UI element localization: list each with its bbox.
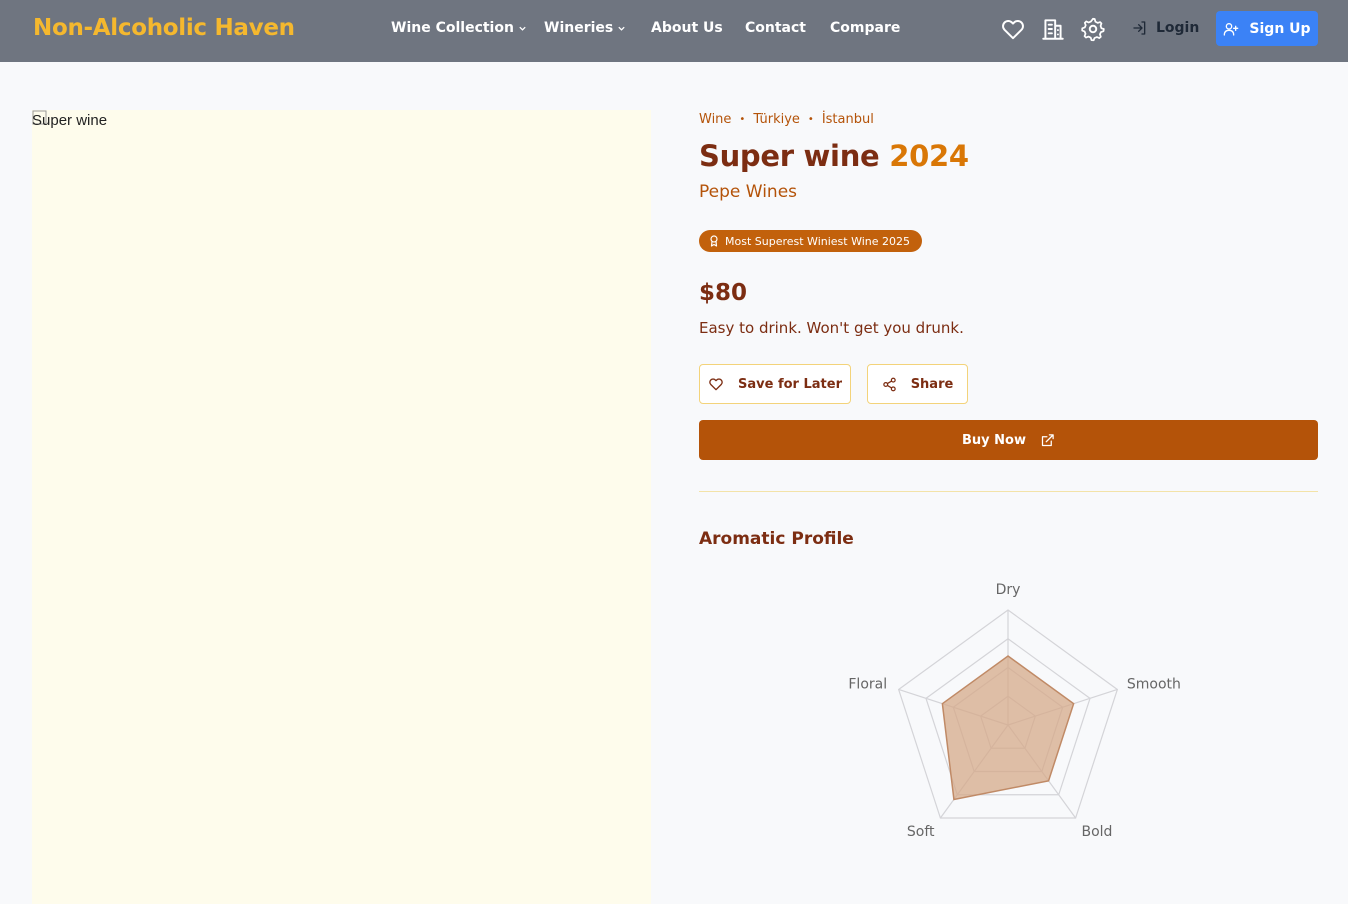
- section-divider: [699, 491, 1318, 492]
- nav-contact[interactable]: Contact: [745, 20, 806, 36]
- share-icon: [882, 377, 896, 391]
- top-navbar: Non-Alcoholic Haven Wine Collection Wine…: [0, 0, 1348, 62]
- nav-wineries[interactable]: Wineries: [544, 20, 626, 36]
- save-for-later-button[interactable]: Save for Later: [699, 364, 851, 404]
- radar-axis-label-floral: Floral: [848, 676, 887, 692]
- award-badge: Most Superest Winiest Wine 2025: [699, 230, 923, 252]
- product-price: $80: [699, 280, 748, 306]
- external-link-icon: [1041, 433, 1054, 446]
- nav-wine-collection-label: Wine Collection: [391, 20, 514, 36]
- radar-axis-label-bold: Bold: [1081, 824, 1112, 840]
- chevron-down-icon: [618, 26, 625, 31]
- aromatic-profile-title: Aromatic Profile: [699, 529, 854, 549]
- nav-wine-collection[interactable]: Wine Collection: [391, 20, 527, 36]
- product-year: 2024: [889, 139, 969, 173]
- login-button[interactable]: Login: [1132, 20, 1199, 36]
- radar-axis-label-dry: Dry: [996, 582, 1021, 598]
- product-image: [32, 110, 651, 904]
- award-icon: [710, 235, 718, 247]
- buy-now-button[interactable]: Buy Now: [699, 420, 1318, 460]
- nav-compare[interactable]: Compare: [830, 20, 900, 36]
- signup-button[interactable]: Sign Up: [1216, 11, 1318, 46]
- save-for-later-label: Save for Later: [738, 376, 842, 392]
- heart-icon: [709, 378, 723, 391]
- gear-icon[interactable]: [1080, 16, 1106, 42]
- signup-label: Sign Up: [1249, 20, 1311, 37]
- share-button[interactable]: Share: [867, 364, 968, 404]
- winery-name[interactable]: Pepe Wines: [699, 182, 797, 202]
- product-title: Super wine 2024: [699, 139, 969, 173]
- breadcrumb-separator: •: [807, 114, 814, 125]
- heart-icon[interactable]: [1000, 16, 1026, 42]
- login-icon: [1133, 21, 1146, 35]
- brand-logo[interactable]: Non-Alcoholic Haven: [33, 15, 295, 41]
- user-plus-icon: [1224, 22, 1239, 36]
- breadcrumb-country[interactable]: Türkiye: [753, 112, 800, 127]
- buy-now-label: Buy Now: [962, 432, 1026, 448]
- breadcrumb-city[interactable]: İstanbul: [822, 112, 874, 127]
- award-label: Most Superest Winiest Wine 2025: [725, 234, 911, 248]
- nav-about-us[interactable]: About Us: [651, 20, 723, 36]
- chevron-down-icon: [519, 26, 526, 31]
- product-description: Easy to drink. Won't get you drunk.: [699, 319, 964, 337]
- radar-axis-label-soft: Soft: [907, 824, 935, 840]
- breadcrumb-category[interactable]: Wine: [699, 112, 731, 127]
- nav-wineries-label: Wineries: [544, 20, 614, 36]
- radar-axis-label-smooth: Smooth: [1127, 676, 1181, 692]
- login-label: Login: [1156, 20, 1200, 36]
- product-name: Super wine: [699, 139, 880, 173]
- building-icon[interactable]: [1040, 16, 1066, 42]
- breadcrumb-separator: •: [739, 114, 746, 125]
- aromatic-radar-chart: Dry Smooth Bold Soft Floral: [848, 582, 1181, 840]
- product-image-alt-text: Super wine: [32, 112, 108, 129]
- radar-data-area: [941, 655, 1075, 801]
- breadcrumb: Wine • Türkiye • İstanbul: [699, 112, 874, 127]
- share-label: Share: [910, 376, 954, 392]
